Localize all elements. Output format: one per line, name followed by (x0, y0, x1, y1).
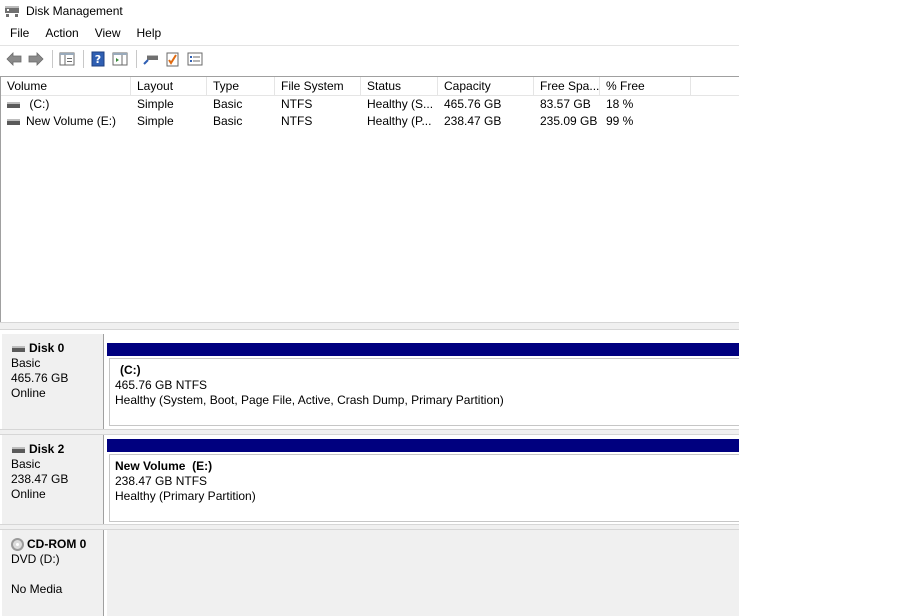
menu-action[interactable]: Action (37, 26, 86, 40)
disk-state: Online (11, 386, 46, 400)
disk-type: DVD (D:) (11, 552, 60, 566)
disk-map-pane: Disk 0 Basic 465.76 GB Online (C:) 465.7… (0, 330, 739, 616)
cd-rom-icon (11, 538, 24, 551)
menu-file[interactable]: File (0, 26, 37, 40)
disk-name-row: CD-ROM 0 (11, 537, 103, 552)
partition-name: (C:) (120, 363, 141, 377)
disk-management-app-icon (4, 3, 20, 19)
partition-size-fs: 465.76 GB NTFS (115, 378, 208, 392)
percent-free-cell: 99 % (606, 114, 634, 128)
partition-name: New Volume (E:) (115, 459, 213, 473)
column-header-capacity[interactable]: Capacity (438, 77, 534, 95)
toolbar: ? (0, 45, 739, 71)
percent-free-cell: 18 % (606, 97, 634, 111)
disk-type: Basic (11, 457, 41, 471)
partition-c[interactable]: (C:) 465.76 GB NTFS Healthy (System, Boo… (107, 343, 739, 426)
disk-name-row: Disk 2 (11, 442, 103, 457)
partition-e[interactable]: New Volume (E:) 238.47 GB NTFS Healthy (… (107, 439, 739, 522)
disk-row-disk-2: Disk 2 Basic 238.47 GB Online New Volume… (0, 435, 739, 529)
menu-help[interactable]: Help (129, 26, 170, 40)
volume-name: New Volume (E:) (26, 114, 117, 128)
disk-size (11, 567, 103, 582)
show-hide-console-tree-icon[interactable] (57, 49, 77, 69)
column-header-status[interactable]: Status (361, 77, 438, 95)
disk-label-disk-2[interactable]: Disk 2 Basic 238.47 GB Online (2, 435, 104, 529)
cd-rom-empty-area (107, 530, 739, 616)
volume-cell: New Volume (E:) (1, 113, 131, 130)
partition-body: (C:) 465.76 GB NTFS Healthy (System, Boo… (109, 358, 739, 426)
column-header-file-system[interactable]: File System (275, 77, 361, 95)
column-header-percent-free[interactable]: % Free (600, 77, 691, 95)
title-bar: Disk Management (0, 0, 739, 22)
show-hide-action-pane-icon[interactable] (110, 49, 130, 69)
properties-icon[interactable] (185, 49, 205, 69)
volume-list-header: Volume Layout Type File System Status Ca… (1, 77, 739, 96)
volume-name: (C:) (26, 97, 50, 111)
disk-label-cdrom-0[interactable]: CD-ROM 0 DVD (D:) No Media (2, 530, 104, 616)
free-space-cell: 235.09 GB (540, 114, 598, 128)
type-cell: Basic (213, 97, 243, 111)
capacity-cell: 238.47 GB (444, 114, 502, 128)
disk-size: 465.76 GB (11, 371, 69, 385)
disk-name: Disk 2 (29, 442, 65, 456)
status-cell: Healthy (S... (367, 97, 434, 111)
toolbar-separator (136, 49, 137, 68)
layout-cell: Simple (137, 97, 174, 111)
svg-text:?: ? (95, 53, 101, 66)
partition-size-fs: 238.47 GB NTFS (115, 474, 208, 488)
free-space-cell: 83.57 GB (540, 97, 591, 111)
disk-name: Disk 0 (29, 341, 65, 355)
volume-cell: (C:) (1, 96, 131, 113)
window-title: Disk Management (26, 4, 123, 18)
drive-icon (7, 101, 20, 108)
column-header-volume[interactable]: Volume (1, 77, 131, 95)
disk-name-row: Disk 0 (11, 341, 103, 356)
partition-bar (107, 439, 739, 452)
disk-state: Online (11, 487, 46, 501)
back-arrow-icon[interactable] (4, 49, 24, 69)
disk-name: CD-ROM 0 (27, 537, 87, 551)
disk-state: No Media (11, 582, 63, 596)
partition-status: Healthy (System, Boot, Page File, Active… (115, 393, 504, 407)
file-system-cell: NTFS (281, 114, 313, 128)
layout-cell: Simple (137, 114, 174, 128)
table-row[interactable]: New Volume (E:) Simple Basic NTFS Health… (1, 113, 739, 130)
column-header-type[interactable]: Type (207, 77, 275, 95)
disk-size: 238.47 GB (11, 472, 69, 486)
volume-list-pane: Volume Layout Type File System Status Ca… (0, 76, 739, 324)
menu-view[interactable]: View (87, 26, 129, 40)
disk-type: Basic (11, 356, 41, 370)
partition-status: Healthy (Primary Partition) (115, 489, 256, 503)
partition-body: New Volume (E:) 238.47 GB NTFS Healthy (… (109, 454, 739, 522)
drive-icon (7, 118, 20, 125)
disk-management-window: Disk Management File Action View Help ? (0, 0, 739, 616)
help-icon[interactable]: ? (88, 49, 108, 69)
table-row[interactable]: (C:) Simple Basic NTFS Healthy (S... 465… (1, 96, 739, 113)
toolbar-separator (83, 49, 84, 68)
capacity-cell: 465.76 GB (444, 97, 502, 111)
forward-arrow-icon[interactable] (26, 49, 46, 69)
column-header-layout[interactable]: Layout (131, 77, 207, 95)
type-cell: Basic (213, 114, 243, 128)
file-system-cell: NTFS (281, 97, 313, 111)
column-header-free-space[interactable]: Free Spa... (534, 77, 600, 95)
hard-disk-icon (12, 345, 25, 352)
toolbar-separator (52, 49, 53, 68)
pane-splitter[interactable] (0, 322, 739, 330)
hard-disk-icon (12, 446, 25, 453)
connect-virtual-disk-icon[interactable] (141, 49, 161, 69)
disk-row-disk-0: Disk 0 Basic 465.76 GB Online (C:) 465.7… (0, 334, 739, 429)
status-cell: Healthy (P... (367, 114, 432, 128)
partition-bar (107, 343, 739, 356)
menu-bar: File Action View Help (0, 23, 739, 43)
checklist-icon[interactable] (163, 49, 183, 69)
disk-label-disk-0[interactable]: Disk 0 Basic 465.76 GB Online (2, 334, 104, 429)
disk-row-cdrom-0: CD-ROM 0 DVD (D:) No Media (0, 530, 739, 616)
